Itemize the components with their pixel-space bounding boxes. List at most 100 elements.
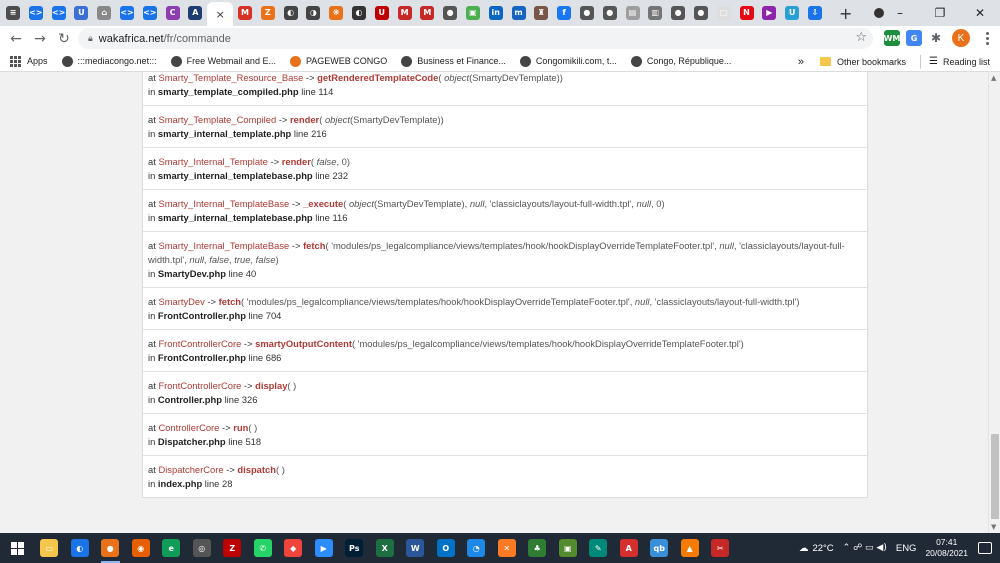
browser-tab[interactable]: ❋	[325, 2, 347, 24]
taskbar-app[interactable]: ▲	[675, 533, 706, 563]
browser-tab[interactable]: ♜	[530, 2, 552, 24]
taskbar-app[interactable]: ▭	[34, 533, 65, 563]
browser-tab[interactable]: ●	[599, 2, 621, 24]
puzzle-icon[interactable]: ✱	[928, 30, 944, 46]
bookmark-item[interactable]: Free Webmail and E...	[170, 55, 276, 67]
bookmark-star-icon[interactable]: ☆	[855, 30, 867, 45]
taskbar-app[interactable]: Ps	[339, 533, 370, 563]
browser-tab[interactable]: ●	[576, 2, 598, 24]
browser-tab[interactable]: M	[416, 2, 438, 24]
new-tab-button[interactable]: +	[835, 2, 857, 24]
taskbar-app[interactable]: W	[400, 533, 431, 563]
taskbar-app[interactable]: ◔	[461, 533, 492, 563]
clock[interactable]: 07:41 20/08/2021	[925, 537, 968, 559]
browser-tab[interactable]: <>	[139, 2, 161, 24]
stack-frame: at Smarty_Internal_TemplateBase -> _exec…	[143, 190, 867, 232]
back-button[interactable]: ←	[4, 27, 28, 51]
scroll-up-icon[interactable]: ▲	[991, 74, 996, 82]
taskbar-app[interactable]: ◉	[126, 533, 157, 563]
close-icon[interactable]: ×	[216, 8, 225, 21]
taskbar-app[interactable]: Z	[217, 533, 248, 563]
scrollbar-thumb[interactable]	[991, 434, 999, 519]
browser-tab[interactable]: <>	[25, 2, 47, 24]
browser-tab[interactable]: ●	[667, 2, 689, 24]
browser-tab[interactable]: M	[234, 2, 256, 24]
taskbar-app[interactable]: ✎	[583, 533, 614, 563]
browser-tab[interactable]: □	[713, 2, 735, 24]
browser-tab[interactable]: ×	[207, 2, 234, 26]
browser-tab[interactable]: ◑	[302, 2, 324, 24]
forward-button[interactable]: →	[28, 27, 52, 51]
browser-tab[interactable]: ●	[439, 2, 461, 24]
taskbar-app[interactable]: X	[370, 533, 401, 563]
scrollbar[interactable]: ▲ ▼	[988, 72, 1000, 533]
taskbar-app[interactable]: e	[156, 533, 187, 563]
bookmark-item[interactable]: Congo, République...	[630, 55, 731, 67]
browser-tab[interactable]: Z	[257, 2, 279, 24]
taskbar-app[interactable]: ✆	[248, 533, 279, 563]
tray-icons[interactable]: ⌃ ☍ ▭ ◀)	[843, 543, 887, 553]
browser-tab[interactable]: M	[394, 2, 416, 24]
browser-tab[interactable]: ▥	[644, 2, 666, 24]
browser-tab[interactable]: <>	[116, 2, 138, 24]
taskbar-app[interactable]: ♣	[522, 533, 553, 563]
browser-tab[interactable]: A	[184, 2, 206, 24]
scroll-down-icon[interactable]: ▼	[991, 523, 996, 531]
maximize-button[interactable]: ❐	[920, 0, 960, 26]
browser-tab[interactable]: U	[70, 2, 92, 24]
address-bar[interactable]: 🔒︎ wakafrica.net/fr/commande ☆	[78, 28, 873, 49]
other-bookmarks[interactable]: Other bookmarks	[819, 57, 906, 67]
taskbar-app[interactable]: ▣	[553, 533, 584, 563]
taskbar-app[interactable]: A	[614, 533, 645, 563]
profile-avatar[interactable]: K	[952, 29, 970, 47]
browser-tab[interactable]: ▤	[622, 2, 644, 24]
browser-tab[interactable]: f	[553, 2, 575, 24]
browser-tab[interactable]: U	[371, 2, 393, 24]
bookmarks-overflow-button[interactable]: »	[798, 56, 804, 68]
browser-menu-button[interactable]	[980, 30, 994, 46]
browser-tab[interactable]: ▶	[758, 2, 780, 24]
bookmark-item[interactable]: PAGEWEB CONGO	[289, 55, 387, 67]
taskbar-app[interactable]: ●	[95, 533, 126, 563]
taskbar-app[interactable]: ◆	[278, 533, 309, 563]
browser-tab[interactable]: ⇩	[804, 2, 826, 24]
notification-icon[interactable]	[978, 542, 992, 554]
bookmark-item[interactable]: :::mediacongo.net:::	[61, 55, 157, 67]
browser-tab[interactable]: m	[508, 2, 530, 24]
taskbar-app[interactable]: ▶	[309, 533, 340, 563]
browser-tab[interactable]: U	[781, 2, 803, 24]
browser-tab[interactable]: C	[162, 2, 184, 24]
bookmark-item[interactable]: Congomikili.com, t...	[519, 55, 617, 67]
wm-extension-icon[interactable]: WM	[884, 30, 900, 46]
browser-tab[interactable]: ●	[690, 2, 712, 24]
minimize-button[interactable]: –	[880, 0, 920, 26]
divider	[920, 54, 921, 69]
outlook-icon: O	[436, 539, 455, 557]
browser-tab[interactable]: ◐	[280, 2, 302, 24]
taskbar-app[interactable]: ✕	[492, 533, 523, 563]
url-host: wakafrica.net	[98, 32, 164, 45]
taskbar-app[interactable]: ✂	[705, 533, 736, 563]
taskbar-app[interactable]: O	[431, 533, 462, 563]
bookmark-item[interactable]: Business et Finance...	[401, 55, 506, 67]
browser-tab[interactable]: ≡	[2, 2, 24, 24]
taskbar-app[interactable]: ◐	[65, 533, 96, 563]
browser-tab[interactable]: N	[736, 2, 758, 24]
reload-button[interactable]: ↻	[52, 27, 76, 51]
weather-widget[interactable]: ☁ 22°C	[799, 543, 834, 554]
taskbar-app[interactable]: qb	[644, 533, 675, 563]
close-window-button[interactable]: ✕	[960, 0, 1000, 26]
language-indicator[interactable]: ENG	[896, 543, 917, 554]
browser-tab[interactable]: ▣	[462, 2, 484, 24]
browser-tab[interactable]: ⌂	[93, 2, 115, 24]
translate-extension-icon[interactable]: G	[906, 30, 922, 46]
browser-tab[interactable]: <>	[48, 2, 70, 24]
browser-tab[interactable]: ◐	[348, 2, 370, 24]
taskbar-app[interactable]: ◎	[187, 533, 218, 563]
frame-file: SmartyDev.php	[157, 268, 226, 279]
start-button[interactable]	[0, 533, 34, 563]
reading-list[interactable]: ☰ Reading list	[929, 56, 990, 67]
frame-operator: ->	[226, 464, 235, 475]
bookmark-apps[interactable]: Apps	[10, 55, 48, 67]
browser-tab[interactable]: in	[485, 2, 507, 24]
